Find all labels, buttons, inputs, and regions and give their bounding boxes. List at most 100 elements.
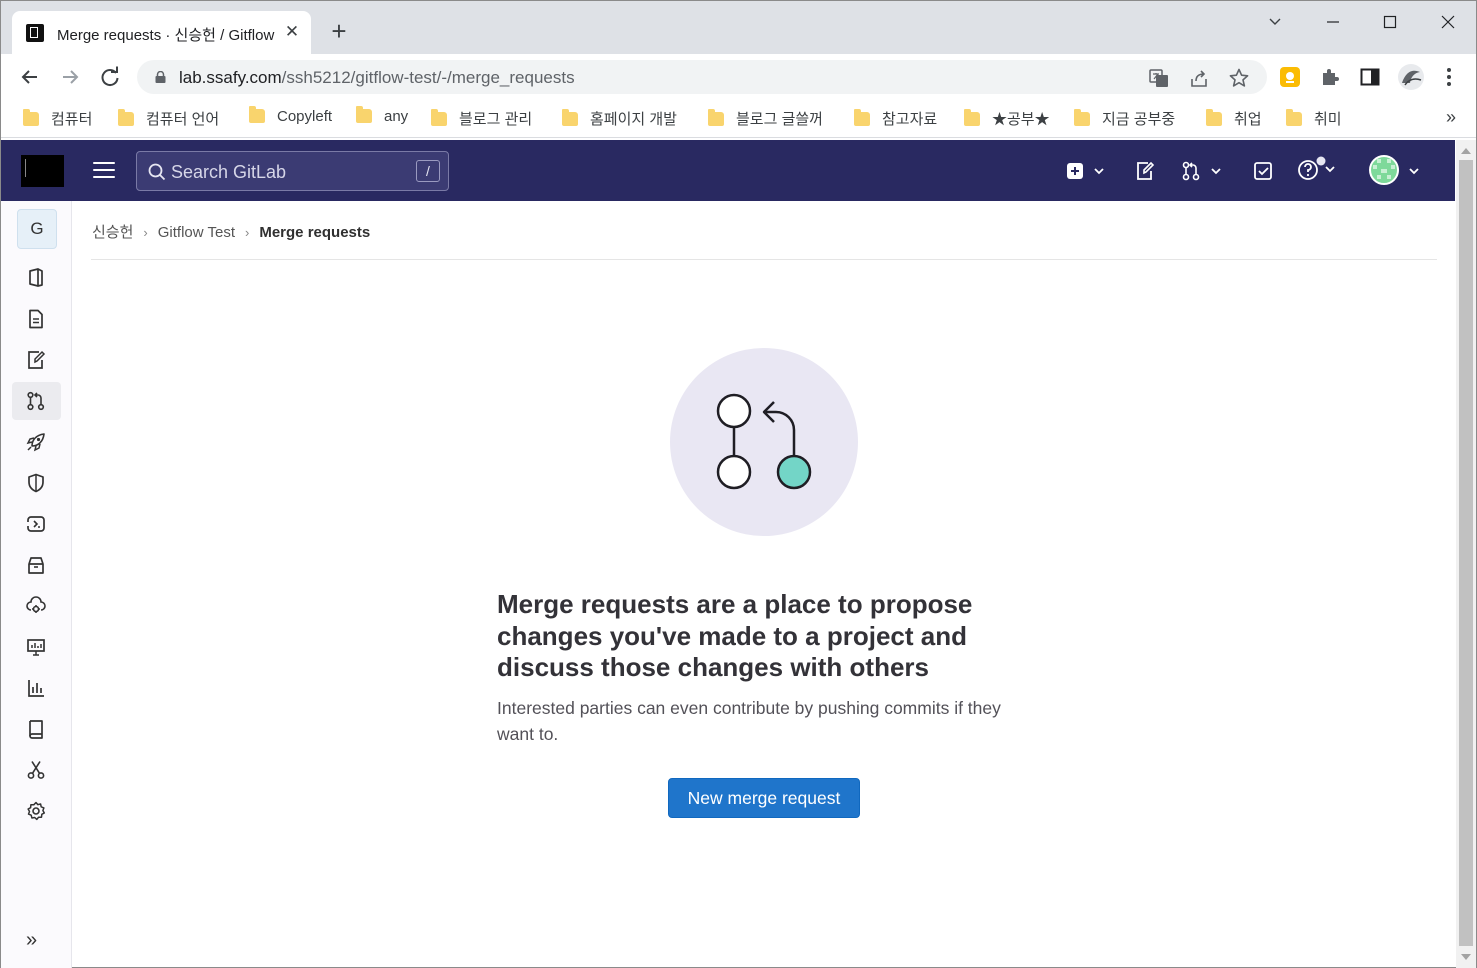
sidebar-item-wiki[interactable] [12, 710, 61, 748]
user-menu-chevron-icon[interactable] [1407, 160, 1421, 182]
package-icon [28, 557, 44, 574]
minimize-button[interactable] [1316, 7, 1350, 37]
collapse-sidebar-button[interactable]: » [26, 929, 46, 951]
menu-hamburger-icon[interactable] [93, 162, 115, 180]
folder-icon [249, 106, 265, 123]
bookmark-label: 지금 공부중 [1102, 111, 1176, 128]
profile-avatar-icon[interactable] [1397, 63, 1425, 91]
bookmark-folder[interactable]: any [356, 106, 409, 128]
maximize-button[interactable] [1373, 7, 1407, 37]
scissors-icon [27, 761, 45, 779]
extensions-puzzle-icon[interactable] [1319, 66, 1341, 88]
search-input[interactable] [171, 160, 401, 184]
bookmark-star-icon[interactable] [1228, 67, 1250, 89]
tab-search-icon[interactable] [1258, 7, 1292, 37]
sidebar-item-security[interactable] [12, 464, 61, 502]
folder-icon [1286, 109, 1302, 126]
identicon-icon [1373, 159, 1395, 179]
bookmark-folder[interactable]: ★공부★ [964, 108, 1050, 128]
translate-icon[interactable] [1148, 67, 1170, 89]
browser-menu-icon[interactable] [1441, 66, 1457, 88]
user-avatar[interactable] [1369, 155, 1399, 185]
sidebar-item-deployments[interactable] [12, 505, 61, 543]
rocket-icon [26, 433, 45, 452]
folder-icon [562, 109, 578, 126]
bookmark-label: 취미 [1314, 111, 1342, 128]
sidebar-item-project-information[interactable] [12, 259, 61, 297]
bookmark-label: 취업 [1234, 111, 1262, 128]
tab-title: Merge requests · 신승헌 / Gitflow Test · Gi… [57, 27, 275, 44]
side-panel-icon[interactable] [1359, 66, 1381, 88]
bookmark-folder[interactable]: 컴퓨터 [23, 108, 92, 128]
extension-yellow-icon[interactable] [1279, 66, 1301, 88]
project-info-icon [29, 268, 43, 287]
folder-icon [854, 109, 870, 126]
merge-requests-dropdown[interactable] [1181, 160, 1225, 182]
project-avatar[interactable]: G [17, 209, 57, 249]
breadcrumb-current[interactable]: Merge requests [259, 224, 370, 241]
breadcrumb-project[interactable]: Gitflow Test [158, 224, 235, 241]
breadcrumb-chevron-icon: › [245, 225, 250, 240]
sidebar-item-settings[interactable] [12, 792, 61, 830]
help-question-icon [1298, 156, 1335, 180]
bookmark-folder[interactable]: 지금 공부중 [1074, 108, 1175, 128]
folder-icon [431, 109, 447, 126]
forward-arrow-icon[interactable] [57, 64, 83, 90]
sidebar-item-issues[interactable] [12, 341, 61, 379]
folder-icon [964, 109, 980, 126]
bookmark-folder[interactable]: 취미 [1286, 108, 1342, 128]
close-window-button[interactable] [1431, 7, 1465, 37]
browser-toolbar: lab.ssafy.com/ssh5212/gitflow-test/-/mer… [1, 54, 1476, 100]
cloud-gear-icon [26, 596, 46, 613]
sidebar-item-infrastructure[interactable] [12, 587, 61, 625]
reload-icon[interactable] [97, 64, 123, 90]
sidebar-item-monitor[interactable] [12, 628, 61, 666]
scroll-up-arrow-icon[interactable] [1461, 148, 1471, 154]
url-text: lab.ssafy.com/ssh5212/gitflow-test/-/mer… [179, 68, 575, 88]
create-new-dropdown[interactable] [1065, 160, 1107, 182]
divider [91, 259, 1437, 260]
bookmark-folder[interactable]: 취업 [1206, 108, 1262, 128]
scroll-down-arrow-icon[interactable] [1461, 954, 1471, 960]
search-shortcut-hint: / [416, 160, 440, 182]
bookmark-folder[interactable]: 홈페이지 개발 [562, 108, 677, 128]
site-favicon-icon [26, 24, 44, 42]
project-sidebar: G » [1, 201, 72, 968]
bookmark-label: Copyleft [277, 108, 333, 125]
bookmark-folder[interactable]: 참고자료 [854, 108, 937, 128]
folder-icon [23, 109, 39, 126]
bookmarks-bar: 컴퓨터 컴퓨터 언어 Copyleft any 블로그 관리 홈페이지 개발 블… [1, 100, 1476, 138]
empty-state-description: Interested parties can even contribute b… [497, 698, 1001, 744]
folder-icon [1206, 109, 1222, 126]
issues-icon [28, 350, 46, 369]
help-dropdown[interactable] [1297, 156, 1341, 182]
back-arrow-icon[interactable] [17, 64, 43, 90]
sidebar-item-ci-cd[interactable] [12, 423, 61, 461]
sidebar-item-merge-requests[interactable] [12, 382, 61, 420]
breadcrumb-user[interactable]: 신승헌 [92, 224, 133, 241]
bookmark-label: any [384, 108, 409, 125]
tab-close-icon[interactable]: ✕ [282, 22, 302, 42]
bookmark-folder[interactable]: 블로그 관리 [431, 108, 532, 128]
sidebar-item-repository[interactable] [12, 300, 61, 338]
new-tab-button[interactable]: + [327, 18, 351, 44]
folder-icon [118, 109, 134, 126]
page-scrollbar[interactable] [1456, 140, 1476, 968]
issues-icon[interactable] [1134, 160, 1156, 182]
sidebar-item-analytics[interactable] [12, 669, 61, 707]
bookmark-folder[interactable]: Copyleft [249, 106, 333, 128]
site-logo[interactable] [21, 155, 64, 187]
new-merge-request-button[interactable]: New merge request [668, 778, 860, 818]
bookmarks-overflow-button[interactable]: » [1446, 107, 1456, 128]
bookmark-folder[interactable]: 블로그 글쓸꺼 [708, 108, 823, 128]
browser-tab-active[interactable]: Merge requests · 신승헌 / Gitflow Test · Gi… [12, 11, 311, 55]
search-box[interactable]: / [136, 151, 449, 191]
sidebar-item-snippets[interactable] [12, 751, 61, 789]
todo-checkbox-icon[interactable] [1252, 160, 1274, 182]
sidebar-item-packages[interactable] [12, 546, 61, 584]
scrollbar-thumb[interactable] [1459, 160, 1473, 946]
bookmark-folder[interactable]: 컴퓨터 언어 [118, 108, 219, 128]
folder-icon [356, 106, 372, 123]
share-icon[interactable] [1188, 67, 1210, 89]
address-bar[interactable]: lab.ssafy.com/ssh5212/gitflow-test/-/mer… [137, 60, 1267, 94]
